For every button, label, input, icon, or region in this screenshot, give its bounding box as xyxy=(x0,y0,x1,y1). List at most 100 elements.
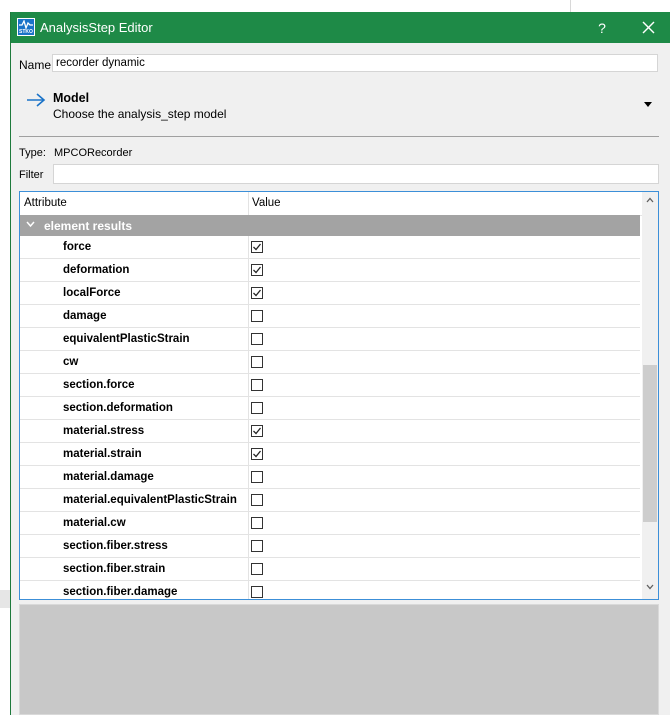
checkbox-unchecked[interactable] xyxy=(251,563,263,575)
checkbox-unchecked[interactable] xyxy=(251,402,263,414)
attribute-name: damage xyxy=(63,310,107,322)
chevron-down-icon[interactable] xyxy=(644,102,652,107)
scrollbar-thumb[interactable] xyxy=(643,365,657,522)
attribute-name: section.fiber.strain xyxy=(63,563,166,575)
table-row[interactable]: material.cw xyxy=(20,512,640,535)
checkbox-unchecked[interactable] xyxy=(251,517,263,529)
table-row[interactable]: damage xyxy=(20,305,640,328)
type-label: Type: xyxy=(19,147,46,159)
table-row[interactable]: cw xyxy=(20,351,640,374)
column-divider xyxy=(248,282,249,305)
table-row[interactable]: material.equivalentPlasticStrain xyxy=(20,489,640,512)
model-title[interactable]: Model xyxy=(53,91,89,105)
title-bar[interactable]: STKO AnalysisStep Editor ? xyxy=(11,12,670,43)
attribute-name: force xyxy=(63,241,92,253)
background-strip xyxy=(0,0,670,12)
table-header: Attribute Value xyxy=(20,192,642,216)
table-row[interactable]: deformation xyxy=(20,259,640,282)
column-divider xyxy=(248,489,249,512)
column-divider xyxy=(248,397,249,420)
table-row[interactable]: equivalentPlasticStrain xyxy=(20,328,640,351)
column-divider xyxy=(248,443,249,466)
scroll-up-icon[interactable] xyxy=(646,197,654,203)
attribute-name: material.strain xyxy=(63,448,142,460)
attribute-column-header[interactable]: Attribute xyxy=(24,197,67,209)
checkbox-unchecked[interactable] xyxy=(251,310,263,322)
column-divider xyxy=(248,328,249,351)
column-divider xyxy=(248,512,249,535)
table-row[interactable]: section.fiber.stress xyxy=(20,535,640,558)
checkbox-unchecked[interactable] xyxy=(251,356,263,368)
attribute-name: deformation xyxy=(63,264,130,276)
attribute-name: section.fiber.damage xyxy=(63,586,178,598)
column-divider xyxy=(248,351,249,374)
value-column-header[interactable]: Value xyxy=(252,197,281,209)
section-divider xyxy=(19,136,659,137)
table-row[interactable]: section.deformation xyxy=(20,397,640,420)
checkbox-unchecked[interactable] xyxy=(251,333,263,345)
checkbox-checked[interactable] xyxy=(251,448,263,460)
column-divider xyxy=(248,236,249,259)
column-divider xyxy=(248,259,249,282)
description-panel xyxy=(19,604,659,715)
analysis-step-editor-dialog: STKO AnalysisStep Editor ? Name recorder… xyxy=(10,12,670,715)
checkmark-icon xyxy=(253,289,262,297)
checkbox-checked[interactable] xyxy=(251,425,263,437)
attribute-name: material.cw xyxy=(63,517,126,529)
attribute-name: section.fiber.stress xyxy=(63,540,168,552)
model-subtitle[interactable]: Choose the analysis_step model xyxy=(53,107,226,121)
column-divider xyxy=(248,420,249,443)
checkbox-unchecked[interactable] xyxy=(251,471,263,483)
arrow-right-icon[interactable] xyxy=(25,92,47,111)
checkbox-checked[interactable] xyxy=(251,264,263,276)
checkmark-icon xyxy=(253,450,262,458)
attribute-name: equivalentPlasticStrain xyxy=(63,333,190,345)
column-divider xyxy=(248,374,249,397)
table-row[interactable]: section.fiber.damage xyxy=(20,581,640,599)
vertical-scrollbar[interactable] xyxy=(642,192,658,599)
checkbox-unchecked[interactable] xyxy=(251,379,263,391)
close-button[interactable] xyxy=(637,17,659,39)
attribute-name: localForce xyxy=(63,287,121,299)
checkmark-icon xyxy=(253,266,262,274)
filter-input[interactable] xyxy=(53,164,659,184)
window-title: AnalysisStep Editor xyxy=(40,20,153,35)
table-row[interactable]: material.damage xyxy=(20,466,640,489)
column-divider xyxy=(248,466,249,489)
table-row[interactable]: section.fiber.strain xyxy=(20,558,640,581)
background-divider xyxy=(570,0,571,12)
group-row-element-results[interactable]: element results xyxy=(20,215,640,236)
table-row[interactable]: section.force xyxy=(20,374,640,397)
attribute-table[interactable]: Attribute Value element results force def… xyxy=(19,191,659,600)
app-icon-text: STKO xyxy=(19,29,33,35)
attribute-name: cw xyxy=(63,356,79,368)
name-label: Name xyxy=(19,58,52,72)
checkbox-unchecked[interactable] xyxy=(251,586,263,598)
stko-app-icon: STKO xyxy=(17,18,35,36)
checkbox-checked[interactable] xyxy=(251,287,263,299)
help-button[interactable]: ? xyxy=(592,18,612,38)
group-label: element results xyxy=(44,219,133,233)
table-rows: force deformation localForce damage equivale… xyxy=(20,236,640,599)
column-divider xyxy=(248,535,249,558)
checkbox-unchecked[interactable] xyxy=(251,540,263,552)
type-value: MPCORecorder xyxy=(54,147,133,159)
column-divider xyxy=(248,558,249,581)
attribute-name: material.stress xyxy=(63,425,145,437)
attribute-name: material.equivalentPlasticStrain xyxy=(63,494,237,506)
attribute-name: section.force xyxy=(63,379,135,391)
checkbox-checked[interactable] xyxy=(251,241,263,253)
name-input[interactable]: recorder dynamic xyxy=(52,54,658,72)
attribute-name: section.deformation xyxy=(63,402,173,414)
filter-label: Filter xyxy=(19,169,44,181)
checkbox-unchecked[interactable] xyxy=(251,494,263,506)
table-row[interactable]: localForce xyxy=(20,282,640,305)
close-icon xyxy=(642,21,655,34)
scroll-down-icon[interactable] xyxy=(646,584,654,590)
checkmark-icon xyxy=(253,243,262,251)
table-row[interactable]: force xyxy=(20,236,640,259)
table-row[interactable]: material.stress xyxy=(20,420,640,443)
chevron-down-icon[interactable] xyxy=(26,221,35,228)
table-row[interactable]: material.strain xyxy=(20,443,640,466)
checkmark-icon xyxy=(253,427,262,435)
